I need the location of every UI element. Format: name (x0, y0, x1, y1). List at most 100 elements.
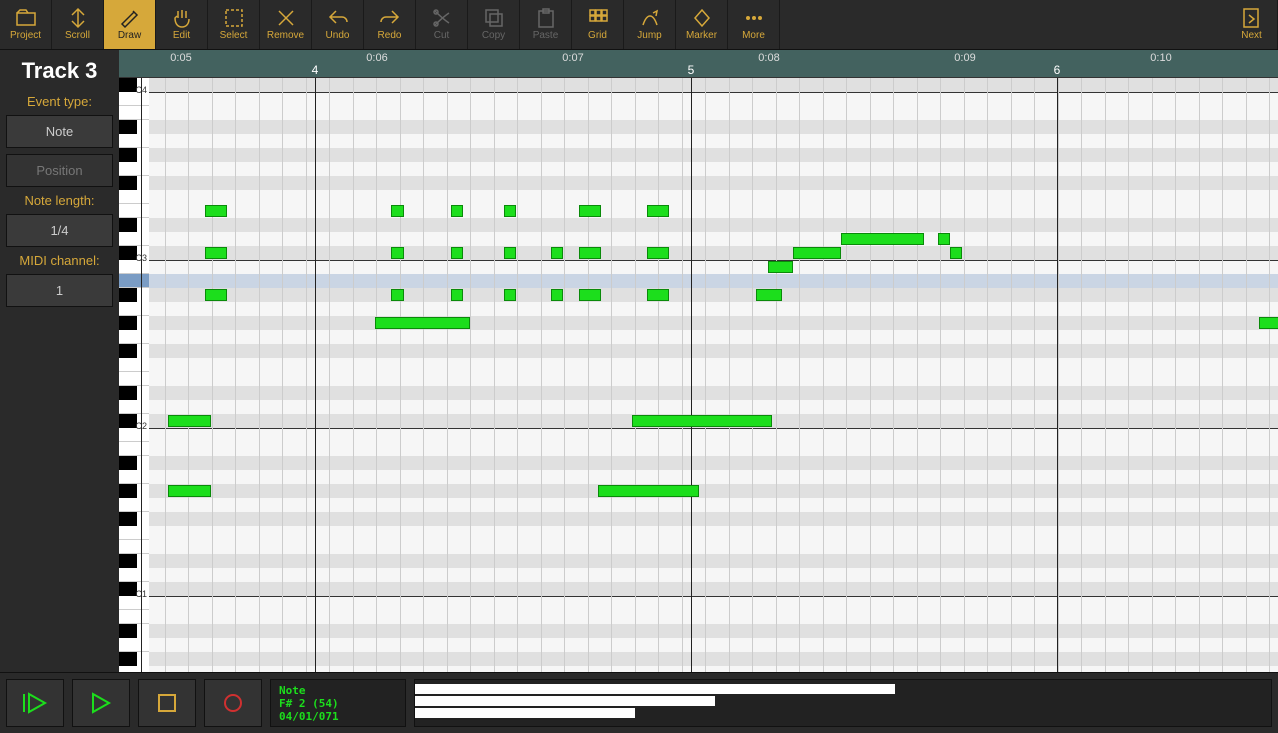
midi-note[interactable] (632, 415, 772, 427)
piano-key[interactable] (119, 246, 137, 260)
midi-note[interactable] (391, 205, 404, 217)
midi-note[interactable] (598, 485, 699, 497)
draw-button[interactable]: Draw (104, 0, 156, 49)
piano-key[interactable] (119, 176, 137, 190)
midi-note[interactable] (168, 415, 211, 427)
piano-key[interactable] (119, 106, 149, 120)
midi-note[interactable] (504, 247, 516, 259)
piano-key[interactable] (119, 638, 149, 652)
midi-note[interactable] (551, 289, 563, 301)
stop-button[interactable] (138, 679, 196, 727)
midi-note[interactable] (391, 289, 404, 301)
piano-key[interactable] (119, 652, 137, 666)
midi-note[interactable] (647, 247, 669, 259)
next-button[interactable]: Next (1226, 0, 1278, 49)
piano-key[interactable] (119, 330, 149, 344)
piano-key[interactable] (119, 302, 149, 316)
midi-note[interactable] (451, 205, 463, 217)
piano-key[interactable] (119, 484, 137, 498)
midi-note[interactable] (168, 485, 211, 497)
midi-note[interactable] (579, 289, 601, 301)
midi-note[interactable] (579, 247, 601, 259)
piano-key[interactable] (119, 498, 149, 512)
piano-key[interactable] (119, 442, 149, 456)
midi-note[interactable] (375, 317, 470, 329)
midi-note[interactable] (504, 289, 516, 301)
piano-key[interactable] (119, 204, 149, 218)
piano-roll[interactable]: 0:050:060:070:080:090:10456 C4C3C2C1 (119, 50, 1278, 672)
record-button[interactable] (204, 679, 262, 727)
piano-key[interactable] (119, 470, 149, 484)
midi-note[interactable] (841, 233, 924, 245)
piano-key[interactable] (119, 218, 137, 232)
midi-note[interactable] (551, 247, 563, 259)
piano-key[interactable] (119, 624, 137, 638)
piano-key[interactable] (119, 358, 149, 372)
undo-button[interactable]: Undo (312, 0, 364, 49)
piano-key[interactable] (119, 400, 149, 414)
remove-button[interactable]: Remove (260, 0, 312, 49)
midi-note[interactable] (504, 205, 516, 217)
piano-key[interactable] (119, 372, 149, 386)
overview[interactable] (414, 679, 1272, 727)
midi-note[interactable] (205, 205, 227, 217)
play-button[interactable] (72, 679, 130, 727)
midi-note[interactable] (647, 289, 669, 301)
project-button[interactable]: Project (0, 0, 52, 49)
note-grid[interactable] (149, 78, 1278, 672)
grid-button[interactable]: Grid (572, 0, 624, 49)
piano-key[interactable] (119, 540, 149, 554)
midi-note[interactable] (768, 261, 793, 273)
piano-key[interactable] (119, 148, 137, 162)
play-from-start-button[interactable] (6, 679, 64, 727)
paste-button[interactable]: Paste (520, 0, 572, 49)
piano-key[interactable] (119, 386, 137, 400)
piano-key[interactable] (119, 78, 137, 92)
midi-note[interactable] (579, 205, 601, 217)
piano-keys[interactable]: C4C3C2C1 (119, 78, 149, 672)
piano-key[interactable] (119, 274, 149, 288)
midi-note[interactable] (950, 247, 962, 259)
midi-note[interactable] (451, 247, 463, 259)
piano-key[interactable] (119, 666, 149, 672)
midi-note[interactable] (1259, 317, 1278, 329)
piano-key[interactable] (119, 554, 137, 568)
midi-note[interactable] (647, 205, 669, 217)
jump-button[interactable]: Jump (624, 0, 676, 49)
midi-note[interactable] (391, 247, 404, 259)
piano-key[interactable] (119, 120, 137, 134)
midi-note[interactable] (205, 289, 227, 301)
piano-key[interactable] (119, 582, 137, 596)
midi-note[interactable] (938, 233, 950, 245)
scroll-button[interactable]: Scroll (52, 0, 104, 49)
event-type-position-button[interactable]: Position (6, 154, 113, 187)
piano-key[interactable] (119, 610, 149, 624)
midi-note[interactable] (793, 247, 841, 259)
redo-button[interactable]: Redo (364, 0, 416, 49)
more-button[interactable]: More (728, 0, 780, 49)
edit-button[interactable]: Edit (156, 0, 208, 49)
midi-note[interactable] (756, 289, 782, 301)
piano-key[interactable] (119, 134, 149, 148)
piano-key[interactable] (119, 414, 137, 428)
piano-key[interactable] (119, 162, 149, 176)
piano-key[interactable] (119, 526, 149, 540)
marker-button[interactable]: Marker (676, 0, 728, 49)
piano-key[interactable] (119, 316, 137, 330)
timeline[interactable]: 0:050:060:070:080:090:10456 (119, 50, 1278, 78)
piano-key[interactable] (119, 568, 149, 582)
midi-note[interactable] (205, 247, 227, 259)
piano-key[interactable] (119, 456, 137, 470)
piano-key[interactable] (119, 190, 149, 204)
select-button[interactable]: Select (208, 0, 260, 49)
piano-key[interactable] (119, 512, 137, 526)
note-length-button[interactable]: 1/4 (6, 214, 113, 247)
copy-button[interactable]: Copy (468, 0, 520, 49)
event-type-note-button[interactable]: Note (6, 115, 113, 148)
cut-button[interactable]: Cut (416, 0, 468, 49)
piano-key[interactable] (119, 344, 137, 358)
midi-channel-button[interactable]: 1 (6, 274, 113, 307)
piano-key[interactable] (119, 288, 137, 302)
midi-note[interactable] (451, 289, 463, 301)
piano-key[interactable] (119, 232, 149, 246)
